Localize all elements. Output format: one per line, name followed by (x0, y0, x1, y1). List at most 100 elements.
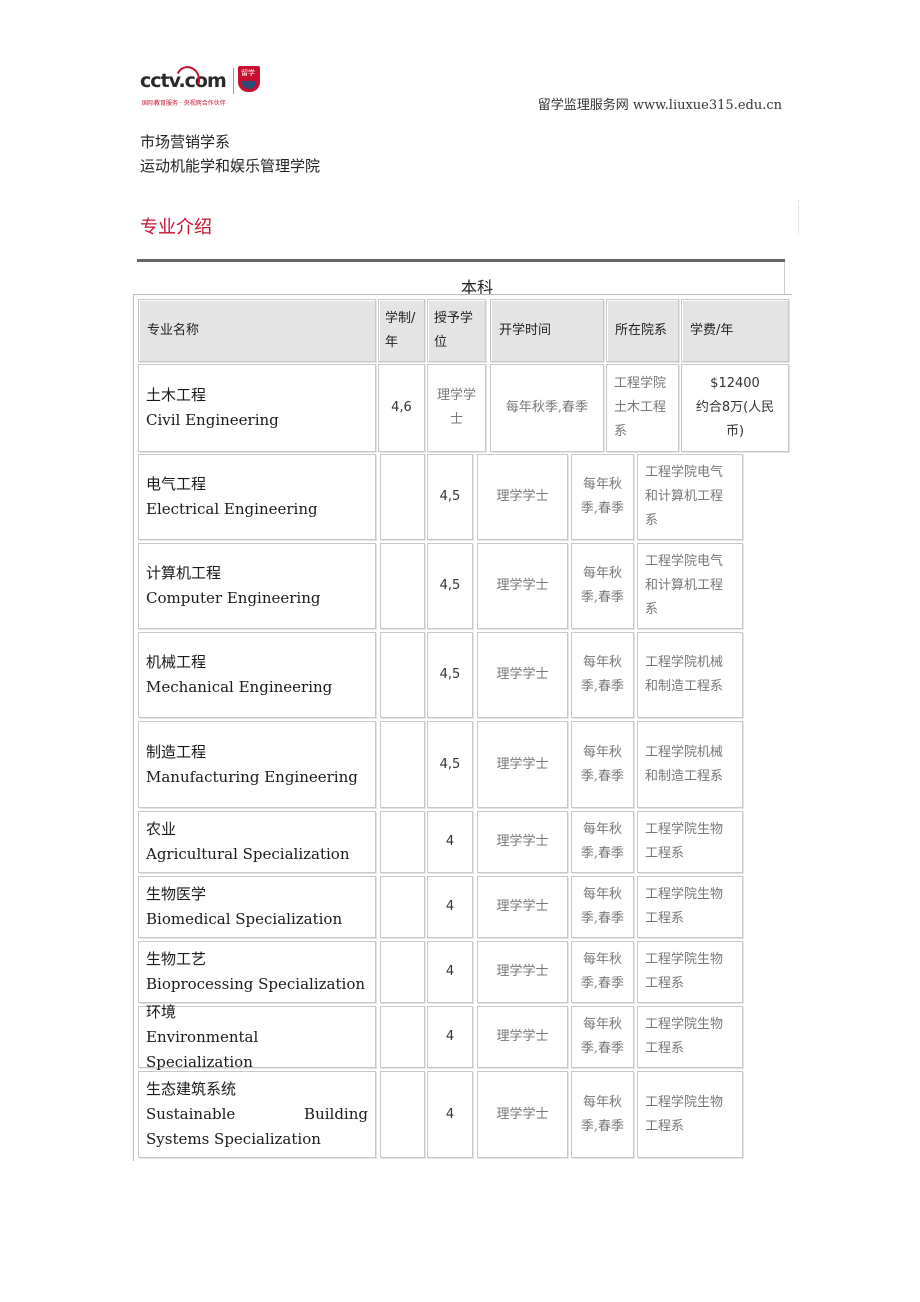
table-cell-dept: 工程学院生物工程系 (637, 1071, 743, 1158)
table-cell-dept: 工程学院机械和制造工程系 (637, 721, 743, 808)
degree-value: 理学学士 (496, 578, 549, 593)
table-cell-start: 每年秋季,春季 (571, 454, 634, 540)
table-cell-start: 每年秋季,春季 (571, 876, 634, 938)
program-name-cn: 生物工艺 (146, 950, 207, 968)
table-cell-empty (380, 454, 425, 540)
table-cell-degree: 理学学士 (477, 941, 568, 1003)
years-value: 4 (445, 1106, 455, 1122)
dept-value: 工程学院机械和制造工程系 (645, 655, 724, 694)
table-cell-years: 4,5 (427, 632, 473, 718)
table-cell-years: 4 (427, 1006, 473, 1068)
program-name-cn: 生物医学 (146, 885, 207, 903)
table-cell-degree: 理学学士 (477, 876, 568, 938)
degree-value: 理学学士 (496, 756, 549, 772)
start-value: 每年秋季,春季 (580, 744, 625, 784)
table-cell-start: 每年秋季,春季 (571, 632, 634, 718)
table-cell-start: 每年秋季,春季 (571, 1006, 634, 1068)
degree-value: 理学学士 (496, 1029, 549, 1044)
program-name-en: Environmental Specialization (146, 1027, 259, 1071)
table-row-name: 电气工程 Electrical Engineering (138, 454, 376, 540)
years-value: 4 (445, 964, 455, 979)
degree-value: 理学学士 (436, 388, 476, 427)
header-label: 学费/年 (690, 322, 734, 338)
program-name-cn: 生态建筑系统 (146, 1080, 237, 1098)
table-cell-dept: 工程学院电气和计算机工程系 (637, 454, 743, 540)
dept-value: 工程学院生物工程系 (645, 822, 724, 861)
program-name-en: Agricultural Specialization (146, 845, 350, 863)
header-start: 开学时间 (490, 299, 604, 362)
program-name-en: Civil Engineering (146, 411, 279, 429)
intro-line: 市场营销学系 (140, 133, 231, 151)
start-value: 每年秋季,春季 (580, 477, 625, 516)
fee-usd: $12400 (710, 376, 760, 391)
table-row-name: 农业 Agricultural Specialization (138, 811, 376, 873)
table-cell-degree: 理学学士 (477, 543, 568, 629)
table-cell-degree: 理学学士 (477, 1006, 568, 1068)
program-name-cn: 计算机工程 (146, 564, 222, 582)
table-cell-degree: 理学学士 (477, 632, 568, 718)
header-label: 开学时间 (499, 322, 552, 338)
table-cell-degree: 理学学士 (477, 811, 568, 873)
years-value: 4 (445, 899, 455, 914)
dept-value: 工程学院生物工程系 (645, 1094, 724, 1134)
dept-value: 工程学院生物工程系 (645, 1017, 724, 1056)
section-title: 专业介绍 (140, 217, 212, 238)
table-cell-dept: 工程学院土木工程系 (606, 364, 679, 452)
start-value: 每年秋季,春季 (580, 887, 625, 926)
degree-value: 理学学士 (496, 899, 549, 914)
table-row-name: 生物工艺 Bioprocessing Specialization (138, 941, 376, 1003)
table-cell-start: 每年秋季,春季 (490, 364, 604, 452)
table-cell-years: 4,5 (427, 721, 473, 808)
program-name-cn: 电气工程 (146, 475, 207, 493)
years-value: 4,5 (439, 756, 461, 772)
dept-value: 工程学院电气和计算机工程系 (645, 465, 724, 528)
shield-badge-icon: 留学 (238, 66, 260, 92)
cctv-logo: cctv.com 留学 国际教育服务 · 央视网合作伙伴 (140, 62, 265, 108)
table-cell-years: 4,5 (427, 454, 473, 540)
program-name-cn: 农业 (146, 820, 177, 838)
table-row-name: 土木工程 Civil Engineering (138, 364, 376, 452)
program-name-cn: 环境 (146, 1002, 177, 1021)
table-cell-empty (380, 1006, 425, 1068)
table-cell-start: 每年秋季,春季 (571, 941, 634, 1003)
table-cell-dept: 工程学院生物工程系 (637, 811, 743, 873)
dept-value: 工程学院土木工程系 (614, 376, 667, 439)
table-cell-empty (380, 876, 425, 938)
table-cell-empty (380, 1071, 425, 1158)
table-cell-empty (380, 543, 425, 629)
table-cell-empty (380, 632, 425, 718)
header-label: 专业名称 (147, 322, 200, 338)
dept-value: 工程学院机械和制造工程系 (645, 744, 724, 784)
degree-value: 理学学士 (496, 667, 549, 682)
divider (798, 200, 800, 234)
dept-value: 工程学院生物工程系 (645, 887, 724, 926)
table-row-name: 机械工程 Mechanical Engineering (138, 632, 376, 718)
program-name-en: Computer Engineering (146, 589, 321, 607)
table-cell-empty (380, 941, 425, 1003)
table-cell-degree: 理学学士 (477, 1071, 568, 1158)
table-cell-degree: 理学学士 (477, 454, 568, 540)
program-name-en: Mechanical Engineering (146, 678, 333, 696)
header-name: 专业名称 (138, 299, 376, 362)
start-value: 每年秋季,春季 (580, 952, 625, 991)
program-name-en: Biomedical Specialization (146, 910, 343, 928)
header-label: 学制/年 (385, 310, 416, 350)
years-value: 4 (445, 1029, 455, 1044)
degree-value: 理学学士 (496, 834, 549, 849)
years-value: 4 (445, 834, 455, 849)
table-cell-empty (380, 721, 425, 808)
years-value: 4,5 (439, 489, 461, 504)
table-cell-dept: 工程学院机械和制造工程系 (637, 632, 743, 718)
table-cell-years: 4 (427, 1071, 473, 1158)
degree-value: 理学学士 (496, 964, 549, 979)
program-name-cn: 机械工程 (146, 653, 207, 671)
program-name-en: Bioprocessing Specialization (146, 975, 366, 993)
start-value: 每年秋季,春季 (580, 566, 625, 605)
table-cell-start: 每年秋季,春季 (571, 1071, 634, 1158)
program-name-en: Sustainable Building Systems Specializat… (146, 1105, 368, 1148)
header-dept: 所在院系 (606, 299, 679, 362)
program-name-cn: 制造工程 (146, 742, 207, 761)
start-value: 每年秋季,春季 (580, 1094, 625, 1134)
years-value: 4,6 (391, 400, 412, 415)
program-name-cn: 土木工程 (146, 386, 207, 404)
